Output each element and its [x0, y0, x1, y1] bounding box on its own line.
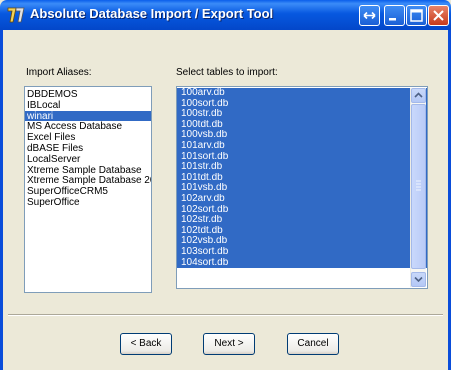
- alias-item[interactable]: LocalServer: [25, 154, 151, 165]
- table-item[interactable]: 104sort.db: [177, 257, 427, 269]
- scroll-thumb[interactable]: [411, 104, 426, 269]
- minimize-button[interactable]: [384, 5, 405, 26]
- table-item[interactable]: 101vsb.db: [177, 183, 427, 194]
- table-item[interactable]: 101sort.db: [177, 151, 427, 163]
- import-aliases-label: Import Aliases:: [26, 67, 92, 78]
- table-item[interactable]: 102sort.db: [177, 204, 427, 216]
- tables-listbox[interactable]: 100arv.db 100sort.db 100str.db 100tdt.db 100…: [176, 86, 428, 289]
- table-item[interactable]: 101arv.db: [177, 140, 427, 152]
- alias-item[interactable]: MS Access Database: [25, 121, 151, 132]
- alias-item[interactable]: dBASE Files: [25, 143, 151, 154]
- alias-item[interactable]: DBDEMOS: [25, 89, 151, 100]
- maximize-button[interactable]: [406, 5, 427, 26]
- close-icon: [433, 10, 444, 21]
- window-title: Absolute Database Import / Export Tool: [30, 6, 274, 21]
- grip-icon: [416, 180, 421, 191]
- minimize-icon: [389, 18, 396, 21]
- table-item[interactable]: 100sort.db: [177, 98, 427, 110]
- chevron-down-icon: [414, 276, 423, 283]
- scroll-down-button[interactable]: [411, 272, 426, 287]
- alias-item[interactable]: winari: [25, 110, 151, 122]
- cancel-button[interactable]: Cancel: [287, 333, 339, 355]
- window-frame-left: [0, 30, 3, 370]
- alias-item[interactable]: SuperOffice: [25, 197, 151, 208]
- separator: [8, 314, 443, 316]
- alias-item[interactable]: SuperOfficeCRM5: [25, 186, 151, 197]
- scroll-up-button[interactable]: [411, 88, 426, 103]
- table-item[interactable]: 102str.db: [177, 215, 427, 226]
- app-icon: [7, 7, 25, 23]
- select-tables-label: Select tables to import:: [176, 67, 278, 78]
- title-bar[interactable]: Absolute Database Import / Export Tool: [0, 0, 451, 30]
- alias-item[interactable]: Xtreme Sample Database: [25, 165, 151, 176]
- back-button[interactable]: < Back: [120, 333, 172, 355]
- table-item[interactable]: 100arv.db: [177, 88, 427, 99]
- table-item[interactable]: 103sort.db: [177, 246, 427, 258]
- table-item[interactable]: 100tdt.db: [177, 119, 427, 131]
- aliases-listbox[interactable]: DBDEMOS IBLocal winari MS Access Database Ex…: [24, 86, 152, 293]
- alias-item[interactable]: Xtreme Sample Database 200: [25, 175, 151, 186]
- double-arrow-icon: [363, 11, 376, 20]
- next-button[interactable]: Next >: [203, 333, 255, 355]
- chevron-up-icon: [414, 92, 423, 98]
- alias-item[interactable]: IBLocal: [25, 100, 151, 111]
- table-item[interactable]: 100str.db: [177, 109, 427, 120]
- tables-scrollbar[interactable]: [410, 88, 426, 287]
- close-button[interactable]: [428, 5, 449, 26]
- maximize-icon: [410, 9, 423, 22]
- table-item[interactable]: 102tdt.db: [177, 225, 427, 237]
- alias-item[interactable]: Excel Files: [25, 132, 151, 143]
- table-item[interactable]: 102vsb.db: [177, 236, 427, 247]
- table-item[interactable]: 102arv.db: [177, 193, 427, 205]
- table-item[interactable]: 101str.db: [177, 162, 427, 173]
- swap-window-button[interactable]: [359, 5, 380, 26]
- table-item[interactable]: 100vsb.db: [177, 130, 427, 141]
- table-item[interactable]: 101tdt.db: [177, 172, 427, 184]
